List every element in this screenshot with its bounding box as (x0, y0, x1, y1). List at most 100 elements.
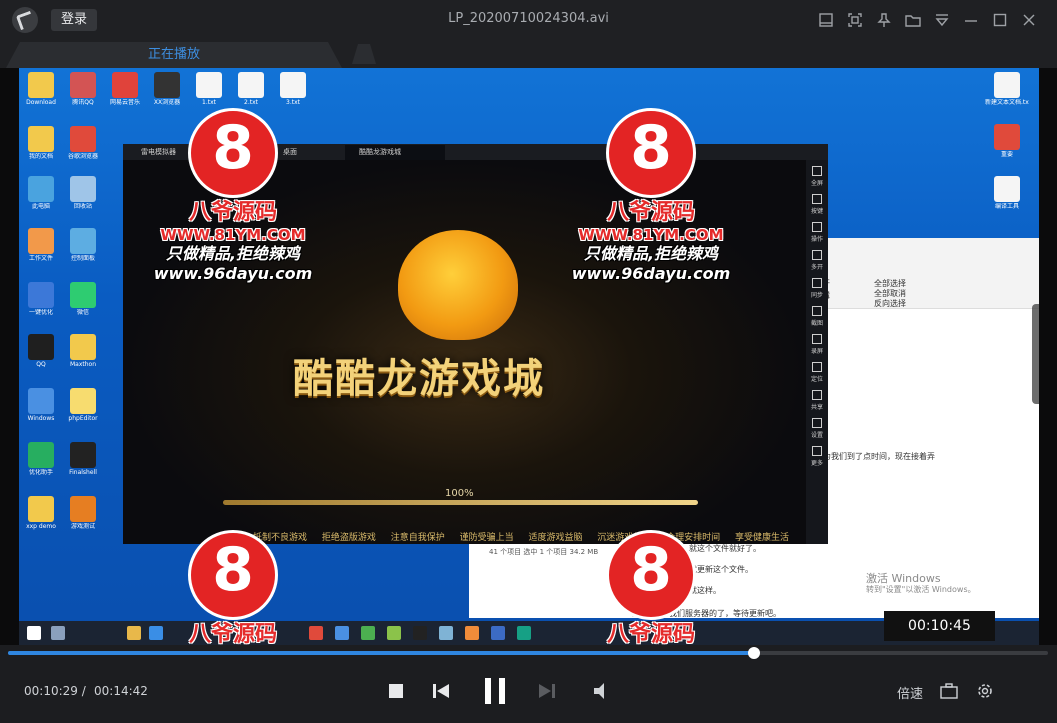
watermark-logo-icon (606, 108, 696, 198)
desktop-icon-label: 新建文本文档.txt (985, 99, 1029, 106)
video-frame[interactable]: Download 腾讯QQ 网易云音乐 XX浏览器 1.txt 2.txt 3.txt 我的文… (0, 68, 1057, 645)
desktop-app-icon (196, 72, 222, 98)
desktop-app-icon (70, 126, 96, 152)
maximize-icon[interactable] (985, 8, 1014, 32)
seek-bar[interactable] (8, 647, 1048, 659)
emulator-tool-button[interactable]: 共享 (806, 390, 828, 411)
load-bar (223, 500, 698, 505)
desktop-icon[interactable]: QQ (19, 334, 63, 368)
desktop-icon-label: 此电脑 (31, 203, 50, 210)
desktop-icon-label: phpEditor (68, 415, 98, 422)
desktop-icon[interactable]: 优化助手 (19, 442, 63, 476)
desktop-icon-label: 重要 (1000, 151, 1013, 158)
desktop-icon[interactable]: xxp demo (19, 496, 63, 530)
emulator-tool-button[interactable]: 截图 (806, 306, 828, 327)
desktop-icon-label: 腾讯QQ (72, 99, 94, 106)
desktop-icon[interactable]: 控制面板 (61, 228, 105, 262)
emulator-tool-button[interactable]: 设置 (806, 418, 828, 439)
desktop-app-icon (28, 496, 54, 522)
emulator-tab-active[interactable]: 酷酷龙游戏城 (345, 145, 445, 160)
desktop-app-icon (70, 176, 96, 202)
screenshot-icon[interactable] (840, 8, 869, 32)
desktop-icon-label: 我的文档 (28, 153, 53, 160)
desktop-app-icon (28, 334, 54, 360)
pause-button[interactable] (480, 675, 510, 707)
desktop-app-icon (154, 72, 180, 98)
gear-icon (978, 684, 992, 698)
emulator-tool-button[interactable]: 录屏 (806, 334, 828, 355)
desktop-icon[interactable]: 微信 (61, 282, 105, 316)
desktop-app-icon (70, 496, 96, 522)
desktop-icon-label: 1.txt (202, 99, 216, 106)
desktop-icon[interactable]: 谷歌浏览器 (61, 126, 105, 160)
desktop-app-icon (28, 442, 54, 468)
watermark-brand: 八爷源码 (606, 622, 695, 645)
desktop-icon[interactable]: 2.txt (229, 72, 273, 106)
desktop-icon[interactable]: 工作文件 (19, 228, 63, 262)
desktop-icon-label: Windows (27, 415, 55, 422)
emulator-tool-button[interactable]: 全屏 (806, 166, 828, 187)
emulator-tool-button[interactable]: 定位 (806, 362, 828, 383)
desktop-icon[interactable]: Finalshell (61, 442, 105, 476)
close-icon[interactable] (1014, 8, 1043, 32)
desktop-icon[interactable]: 网易云音乐 (103, 72, 147, 106)
desktop-icon-label: 2.txt (244, 99, 258, 106)
desktop-icon-label: 谷歌浏览器 (67, 153, 98, 160)
minimize-icon[interactable] (956, 8, 985, 32)
desktop-icon[interactable]: Windows (19, 388, 63, 422)
speed-button[interactable]: 倍速 (897, 683, 923, 702)
volume-button[interactable] (592, 680, 614, 702)
desktop-icon[interactable]: 新建文本文档.txt (985, 72, 1029, 106)
seek-thumb[interactable] (748, 647, 761, 659)
stop-button[interactable] (386, 681, 406, 701)
activate-windows-sub: 转到"设置"以激活 Windows。 (866, 585, 976, 594)
desktop-icon-label: 控制面板 (70, 255, 95, 262)
load-bar-fill (223, 500, 698, 505)
desktop-icon[interactable]: 3.txt (271, 72, 315, 106)
desktop-icon[interactable]: Maxthon (61, 334, 105, 368)
previous-icon (433, 684, 449, 698)
new-tab-button[interactable] (352, 44, 376, 64)
previous-button[interactable] (430, 680, 452, 702)
menu-dropdown-icon[interactable] (927, 8, 956, 32)
desktop-icon[interactable]: 一键优化 (19, 282, 63, 316)
desktop-app-icon (994, 176, 1020, 202)
toolbox-button[interactable] (938, 681, 960, 701)
watermark-site: WWW.81YM.COM (160, 226, 306, 244)
desktop-icon-label: 一键优化 (28, 309, 53, 316)
emulator-tool-button[interactable]: 更多 (806, 446, 828, 467)
desktop-icon[interactable]: phpEditor (61, 388, 105, 422)
desktop-icon[interactable]: Download (19, 72, 63, 106)
desktop-icon-label: 3.txt (286, 99, 300, 106)
desktop-icon-label: 网易云音乐 (109, 99, 140, 106)
desktop-icon[interactable]: 此电脑 (19, 176, 63, 210)
desktop-icon[interactable]: 腾讯QQ (61, 72, 105, 106)
pin-icon[interactable] (869, 8, 898, 32)
desktop-icon-label: XX浏览器 (153, 99, 181, 106)
emulator-tool-button[interactable]: 按键 (806, 194, 828, 215)
player-controls: 00:10:29 / 00:14:42 倍速 (0, 645, 1057, 723)
search-icon (51, 626, 65, 640)
settings-button[interactable] (974, 681, 996, 701)
desktop-icon-label: Maxthon (69, 361, 97, 368)
desktop-app-icon (70, 228, 96, 254)
desktop-icon[interactable]: 1.txt (187, 72, 231, 106)
desktop-icon[interactable]: 游戏测试 (61, 496, 105, 530)
emulator-tool-button[interactable]: 多开 (806, 250, 828, 271)
watermark-logo-icon (188, 530, 278, 620)
next-button[interactable] (536, 680, 558, 702)
folder-icon[interactable] (898, 8, 927, 32)
emulator-tool-button[interactable]: 操作 (806, 222, 828, 243)
mini-mode-icon[interactable] (811, 8, 840, 32)
desktop-icon-label: xxp demo (26, 523, 56, 530)
emulator-tool-button[interactable]: 同步 (806, 278, 828, 299)
desktop-icon[interactable]: 编译工具 (985, 176, 1029, 210)
desktop-icon-label: 工作文件 (28, 255, 53, 262)
desktop-icon[interactable]: XX浏览器 (145, 72, 189, 106)
android-icon (361, 626, 375, 640)
desktop-icon[interactable]: 重要 (985, 124, 1029, 158)
tab-now-playing[interactable]: 正在播放 (6, 42, 342, 68)
watermark-logo-icon (188, 108, 278, 198)
desktop-icon[interactable]: 回收站 (61, 176, 105, 210)
desktop-icon[interactable]: 我的文档 (19, 126, 63, 160)
